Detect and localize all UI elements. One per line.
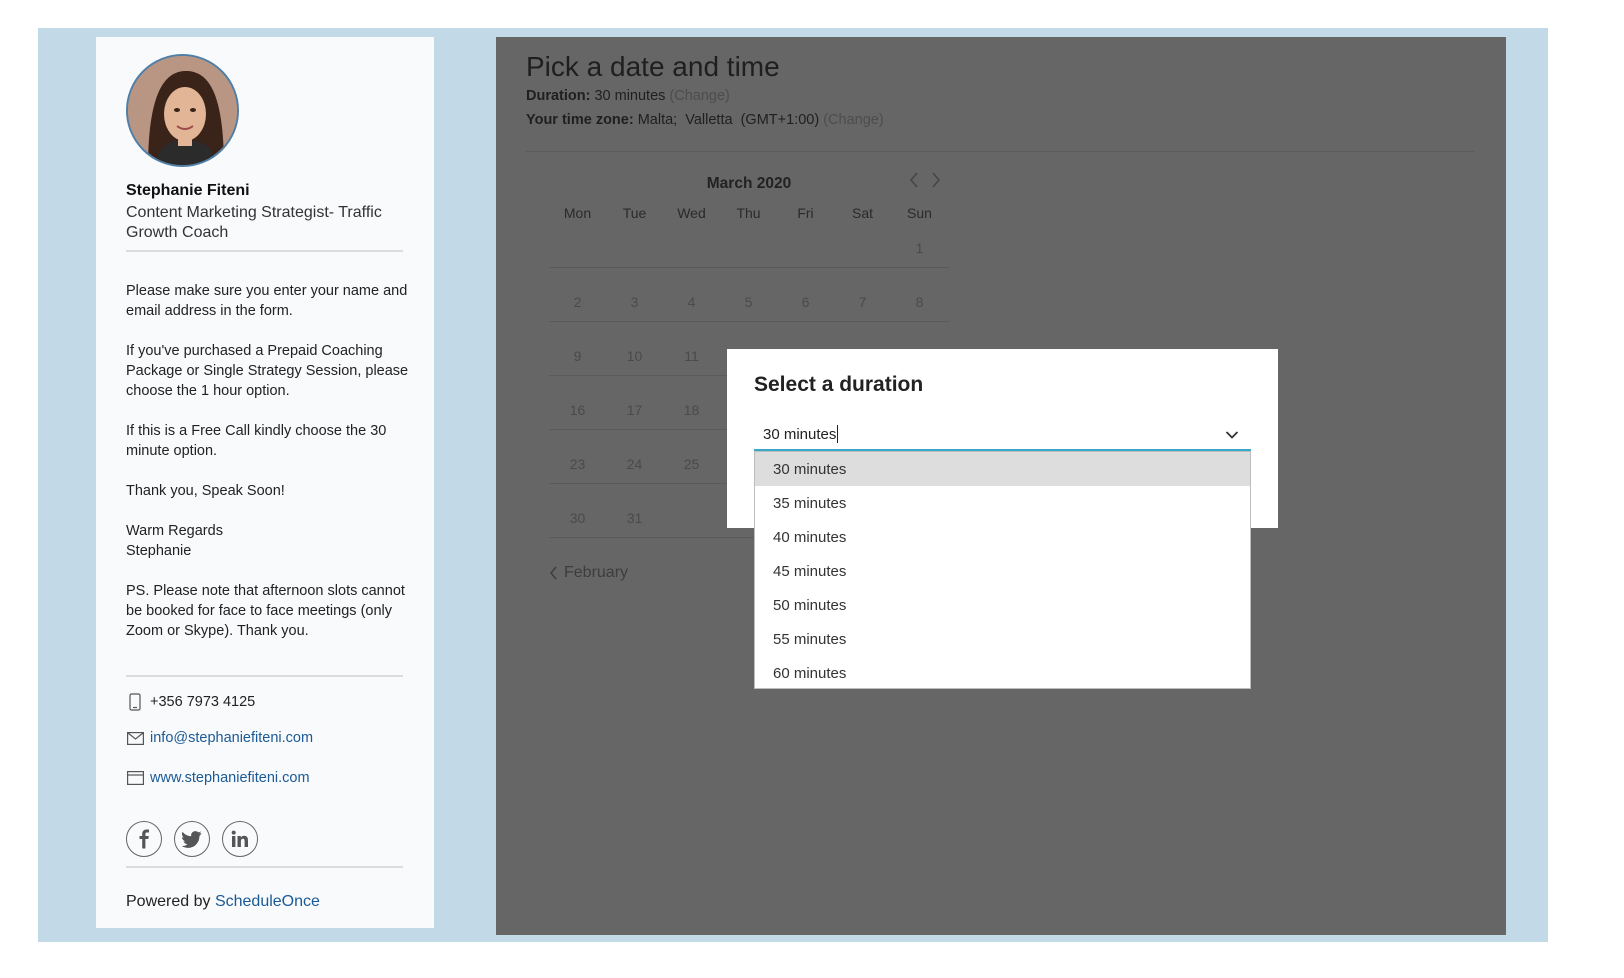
timezone-value: Malta; Valletta (GMT+1:00)	[637, 112, 820, 128]
note-paragraph: Thank you, Speak Soon!	[126, 483, 285, 499]
calendar-day[interactable]: 17	[606, 402, 663, 418]
chevron-right-icon[interactable]	[931, 171, 941, 194]
calendar-day[interactable]: 31	[606, 510, 663, 526]
calendar-day[interactable]: 30	[549, 510, 606, 526]
calendar-day[interactable]: 16	[549, 402, 606, 418]
timezone-line: Your time zone: Malta; Valletta (GMT+1:0…	[526, 112, 884, 128]
calendar-day[interactable]: 10	[606, 348, 663, 364]
duration-line: Duration: 30 minutes (Change)	[526, 88, 730, 104]
website-row[interactable]: www.stephaniefiteni.com	[126, 769, 310, 787]
schedule-once-link[interactable]: ScheduleOnce	[215, 893, 320, 910]
host-sidebar: Stephanie Fiteni Content Marketing Strat…	[96, 37, 434, 928]
duration-option[interactable]: 50 minutes	[755, 588, 1250, 622]
social-links	[126, 821, 258, 857]
chevron-down-icon[interactable]	[1225, 427, 1239, 444]
previous-month-link[interactable]: February	[549, 564, 628, 582]
email-link[interactable]: info@stephaniefiteni.com	[150, 730, 313, 746]
calendar-day[interactable]: 23	[549, 456, 606, 472]
weekday-header: Sun	[907, 205, 932, 221]
duration-option[interactable]: 60 minutes	[755, 656, 1250, 690]
calendar-row-divider	[549, 267, 949, 268]
duration-select[interactable]: 30 minutes	[754, 419, 1251, 451]
duration-label: Duration:	[526, 88, 591, 104]
email-row[interactable]: info@stephaniefiteni.com	[126, 729, 313, 747]
host-name: Stephanie Fiteni	[126, 182, 250, 199]
calendar-day[interactable]: 25	[663, 456, 720, 472]
weekday-header: Thu	[736, 205, 761, 221]
powered-by: Powered by ScheduleOnce	[126, 893, 320, 911]
divider	[126, 250, 403, 252]
change-duration-link[interactable]: (Change)	[669, 88, 729, 104]
divider	[526, 151, 1474, 152]
duration-dropdown-list: 30 minutes 35 minutes 40 minutes 45 minutes…	[754, 451, 1251, 689]
weekday-header: Sat	[851, 205, 873, 221]
text-cursor	[837, 425, 839, 443]
calendar-nav	[909, 171, 941, 194]
facebook-icon[interactable]	[126, 821, 162, 857]
modal-title: Select a duration	[754, 373, 924, 396]
calendar-day[interactable]: 11	[663, 348, 720, 364]
powered-by-label: Powered by	[126, 893, 211, 910]
phone-number: +356 7973 4125	[150, 694, 256, 710]
weekday-header: Mon	[563, 205, 592, 221]
host-title: Content Marketing Strategist- Traffic Gr…	[126, 204, 382, 241]
calendar-day[interactable]: 9	[549, 348, 606, 364]
calendar-day[interactable]: 8	[891, 294, 948, 310]
phone-icon	[126, 693, 144, 711]
note-paragraph: Warm Regards Stephanie	[126, 523, 223, 559]
duration-option[interactable]: 55 minutes	[755, 622, 1250, 656]
calendar-day[interactable]: 3	[606, 294, 663, 310]
avatar	[126, 54, 239, 167]
note-paragraph: Please make sure you enter your name and…	[126, 283, 408, 319]
timezone-label: Your time zone:	[526, 112, 634, 128]
divider	[126, 675, 403, 677]
browser-icon	[126, 769, 144, 787]
page-title: Pick a date and time	[526, 51, 780, 82]
duration-option[interactable]: 45 minutes	[755, 554, 1250, 588]
duration-option[interactable]: 35 minutes	[755, 486, 1250, 520]
calendar-day[interactable]: 6	[777, 294, 834, 310]
note-paragraph: PS. Please note that afternoon slots can…	[126, 583, 405, 639]
mail-icon	[126, 729, 144, 747]
calendar-day[interactable]: 24	[606, 456, 663, 472]
weekday-header: Wed	[677, 205, 706, 221]
weekday-header: Fri	[797, 205, 814, 221]
calendar-row-divider	[549, 321, 949, 322]
duration-select-value: 30 minutes	[763, 425, 837, 443]
weekday-header: Tue	[622, 205, 647, 221]
calendar-day[interactable]: 7	[834, 294, 891, 310]
phone-row: +356 7973 4125	[126, 693, 255, 711]
website-link[interactable]: www.stephaniefiteni.com	[150, 770, 310, 786]
calendar-day[interactable]: 2	[549, 294, 606, 310]
divider	[126, 866, 403, 868]
linkedin-icon[interactable]	[222, 821, 258, 857]
calendar-day[interactable]: 4	[663, 294, 720, 310]
change-timezone-link[interactable]: (Change)	[823, 112, 883, 128]
note-paragraph: If this is a Free Call kindly choose the…	[126, 423, 387, 459]
twitter-icon[interactable]	[174, 821, 210, 857]
previous-month-label: February	[564, 564, 629, 581]
host-notes: Please make sure you enter your name and…	[126, 281, 416, 661]
calendar-month: March 2020	[706, 175, 792, 192]
duration-value: 30 minutes	[594, 88, 666, 104]
duration-option[interactable]: 40 minutes	[755, 520, 1250, 554]
calendar-day[interactable]: 18	[663, 402, 720, 418]
chevron-left-icon	[550, 566, 557, 580]
calendar-day[interactable]: 1	[891, 240, 948, 256]
chevron-left-icon[interactable]	[909, 171, 919, 194]
calendar-day[interactable]: 5	[720, 294, 777, 310]
note-paragraph: If you've purchased a Prepaid Coaching P…	[126, 343, 409, 399]
duration-option[interactable]: 30 minutes	[755, 452, 1250, 486]
